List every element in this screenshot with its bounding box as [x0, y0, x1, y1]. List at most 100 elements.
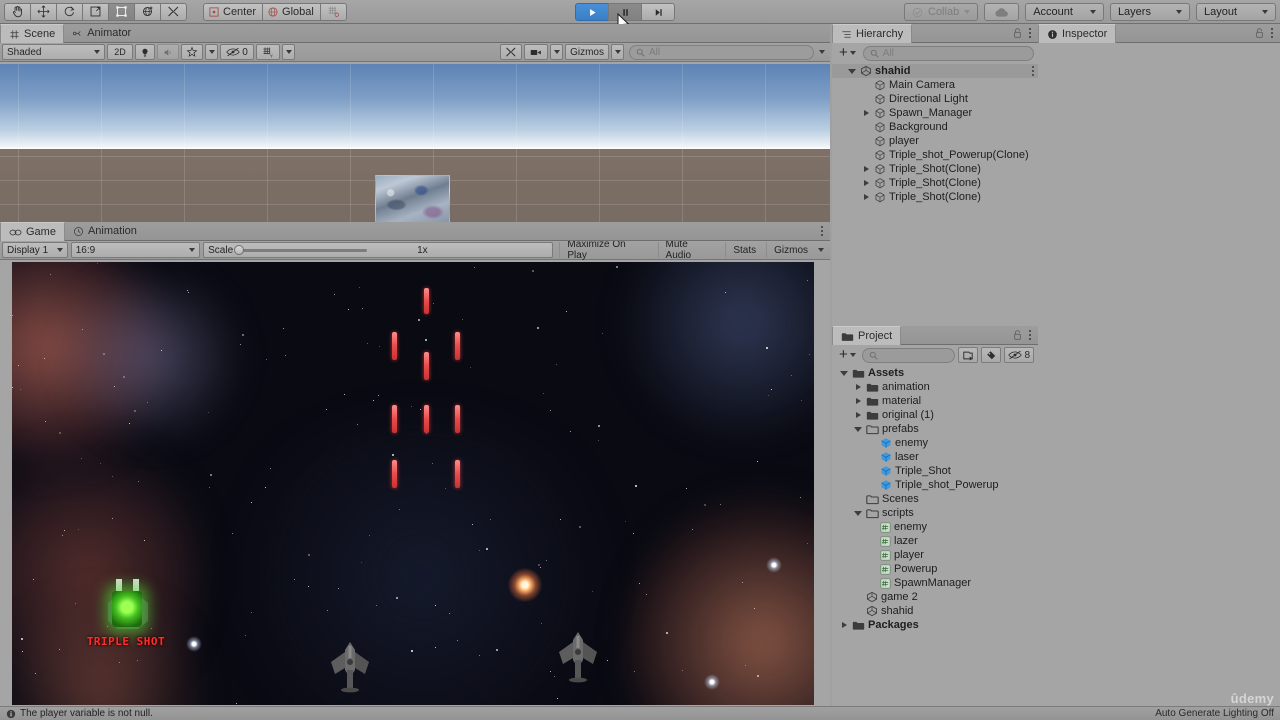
project-item[interactable]: Triple_Shot — [832, 464, 1038, 478]
project-item[interactable]: Powerup — [832, 562, 1038, 576]
twisty[interactable] — [861, 166, 871, 172]
scene-search-input[interactable]: All — [629, 44, 814, 60]
project-item[interactable]: player — [832, 548, 1038, 562]
lock-icon[interactable] — [1255, 28, 1264, 38]
rotate-tool-button[interactable] — [56, 2, 83, 21]
hierarchy-options-icon[interactable] — [1029, 28, 1031, 38]
layers-button[interactable]: Layers — [1109, 3, 1190, 21]
scale-slider-container[interactable]: Scale 1x — [203, 242, 554, 258]
hierarchy-item[interactable]: Directional Light — [832, 92, 1038, 106]
aspect-dropdown[interactable]: 16:9 — [70, 242, 201, 258]
scale-slider-track[interactable] — [234, 245, 368, 255]
play-button[interactable] — [575, 3, 609, 21]
game-gizmos-button[interactable]: Gizmos — [766, 242, 811, 258]
tab-scene[interactable]: Scene — [0, 24, 65, 43]
tab-animator[interactable]: Animator — [64, 24, 139, 42]
project-item[interactable]: animation — [832, 380, 1038, 394]
scene-fx-caret[interactable] — [205, 44, 218, 60]
pivot-mode-button[interactable]: Center — [203, 2, 264, 21]
shading-mode-dropdown[interactable]: Shaded — [2, 44, 105, 60]
scene-audio-button[interactable] — [157, 44, 179, 60]
scene-viewport[interactable]: Tools No custom tools available — [0, 64, 830, 246]
project-item[interactable]: shahid — [832, 604, 1038, 618]
twisty[interactable] — [839, 370, 849, 376]
move-tool-button[interactable] — [30, 2, 57, 21]
twisty[interactable] — [853, 384, 863, 390]
twisty[interactable] — [847, 68, 857, 74]
collab-button[interactable]: Collab — [904, 3, 979, 21]
scene-lighting-button[interactable] — [135, 44, 155, 60]
project-item[interactable]: material — [832, 394, 1038, 408]
hierarchy-item[interactable]: Triple_shot_Powerup(Clone) — [832, 148, 1038, 162]
pause-button[interactable] — [608, 3, 642, 21]
scene-fx-button[interactable] — [181, 44, 203, 60]
game-gizmos-caret[interactable] — [814, 242, 828, 258]
game-viewport[interactable]: TRIPLE SHOT R RRCG 人人素材 — [12, 262, 814, 705]
twisty[interactable] — [839, 622, 849, 628]
hierarchy-tree[interactable]: shahid Main Camera Directional Light Spawn_… — [832, 64, 1038, 326]
hierarchy-row-options-icon[interactable] — [1032, 66, 1034, 76]
custom-tool-button[interactable] — [160, 2, 187, 21]
cloud-button[interactable] — [984, 3, 1020, 21]
tab-game[interactable]: Game — [0, 222, 65, 241]
project-item[interactable]: game 2 — [832, 590, 1038, 604]
scene-gizmos-caret[interactable] — [611, 44, 624, 60]
grid-snap-button[interactable] — [319, 2, 347, 21]
lock-icon[interactable] — [1013, 330, 1022, 340]
tab-animation[interactable]: Animation — [65, 222, 145, 240]
inspector-options-icon[interactable] — [1271, 28, 1273, 38]
hierarchy-item[interactable]: Main Camera — [832, 78, 1038, 92]
hierarchy-item[interactable]: player — [832, 134, 1038, 148]
scale-slider-knob[interactable] — [234, 245, 245, 255]
toggle-2d-button[interactable]: 2D — [107, 44, 133, 60]
game-options-icon[interactable] — [821, 226, 823, 236]
tab-project[interactable]: Project — [832, 326, 902, 345]
project-item[interactable]: original (1) — [832, 408, 1038, 422]
project-item[interactable]: Assets — [832, 366, 1038, 380]
project-item[interactable]: enemy — [832, 436, 1038, 450]
hierarchy-item[interactable]: Triple_Shot(Clone) — [832, 176, 1038, 190]
hierarchy-item[interactable]: Background — [832, 120, 1038, 134]
maximize-on-play-button[interactable]: Maximize On Play — [559, 239, 654, 261]
account-button[interactable]: Account — [1025, 3, 1104, 21]
scene-grid-caret[interactable] — [282, 44, 295, 60]
scale-tool-button[interactable] — [82, 2, 109, 21]
hierarchy-item[interactable]: Triple_Shot(Clone) — [832, 190, 1038, 204]
project-filter-type-button[interactable] — [958, 347, 979, 363]
scene-camera-caret[interactable] — [550, 44, 564, 60]
rect-tool-button[interactable] — [108, 2, 135, 21]
step-button[interactable] — [641, 3, 675, 21]
project-visibility-button[interactable]: 8 — [1004, 347, 1034, 363]
project-item[interactable]: scripts — [832, 506, 1038, 520]
hand-tool-button[interactable] — [4, 2, 31, 21]
project-item[interactable]: Packages — [832, 618, 1038, 632]
twisty[interactable] — [853, 510, 863, 516]
scene-grid-button[interactable]: Y — [256, 44, 280, 60]
project-item[interactable]: SpawnManager — [832, 576, 1038, 590]
layout-button[interactable]: Layout — [1195, 3, 1276, 21]
scene-background-object[interactable] — [375, 175, 450, 225]
project-item[interactable]: lazer — [832, 534, 1038, 548]
tab-hierarchy[interactable]: Hierarchy — [832, 24, 913, 43]
twisty[interactable] — [853, 426, 863, 432]
hierarchy-item[interactable]: shahid — [832, 64, 1038, 78]
stats-button[interactable]: Stats — [725, 242, 763, 258]
twisty[interactable] — [861, 194, 871, 200]
mute-audio-button[interactable]: Mute Audio — [657, 239, 723, 261]
scene-search-caret[interactable] — [816, 44, 828, 60]
hierarchy-add-button[interactable]: + — [836, 45, 859, 61]
transform-tool-button[interactable] — [134, 2, 161, 21]
scene-gizmos-button[interactable]: Gizmos — [565, 44, 609, 60]
tab-inspector[interactable]: Inspector — [1038, 24, 1117, 43]
lock-icon[interactable] — [1013, 28, 1022, 38]
project-item[interactable]: Scenes — [832, 492, 1038, 506]
project-search-input[interactable] — [861, 347, 956, 363]
scene-camera-button[interactable] — [524, 44, 549, 60]
scene-tools-button[interactable] — [500, 44, 523, 60]
project-item[interactable]: laser — [832, 450, 1038, 464]
hierarchy-item[interactable]: Spawn_Manager — [832, 106, 1038, 120]
space-mode-button[interactable]: Global — [262, 2, 321, 21]
scene-visibility-button[interactable]: 0 — [220, 44, 254, 60]
project-item[interactable]: prefabs — [832, 422, 1038, 436]
project-add-button[interactable]: + — [836, 347, 859, 363]
